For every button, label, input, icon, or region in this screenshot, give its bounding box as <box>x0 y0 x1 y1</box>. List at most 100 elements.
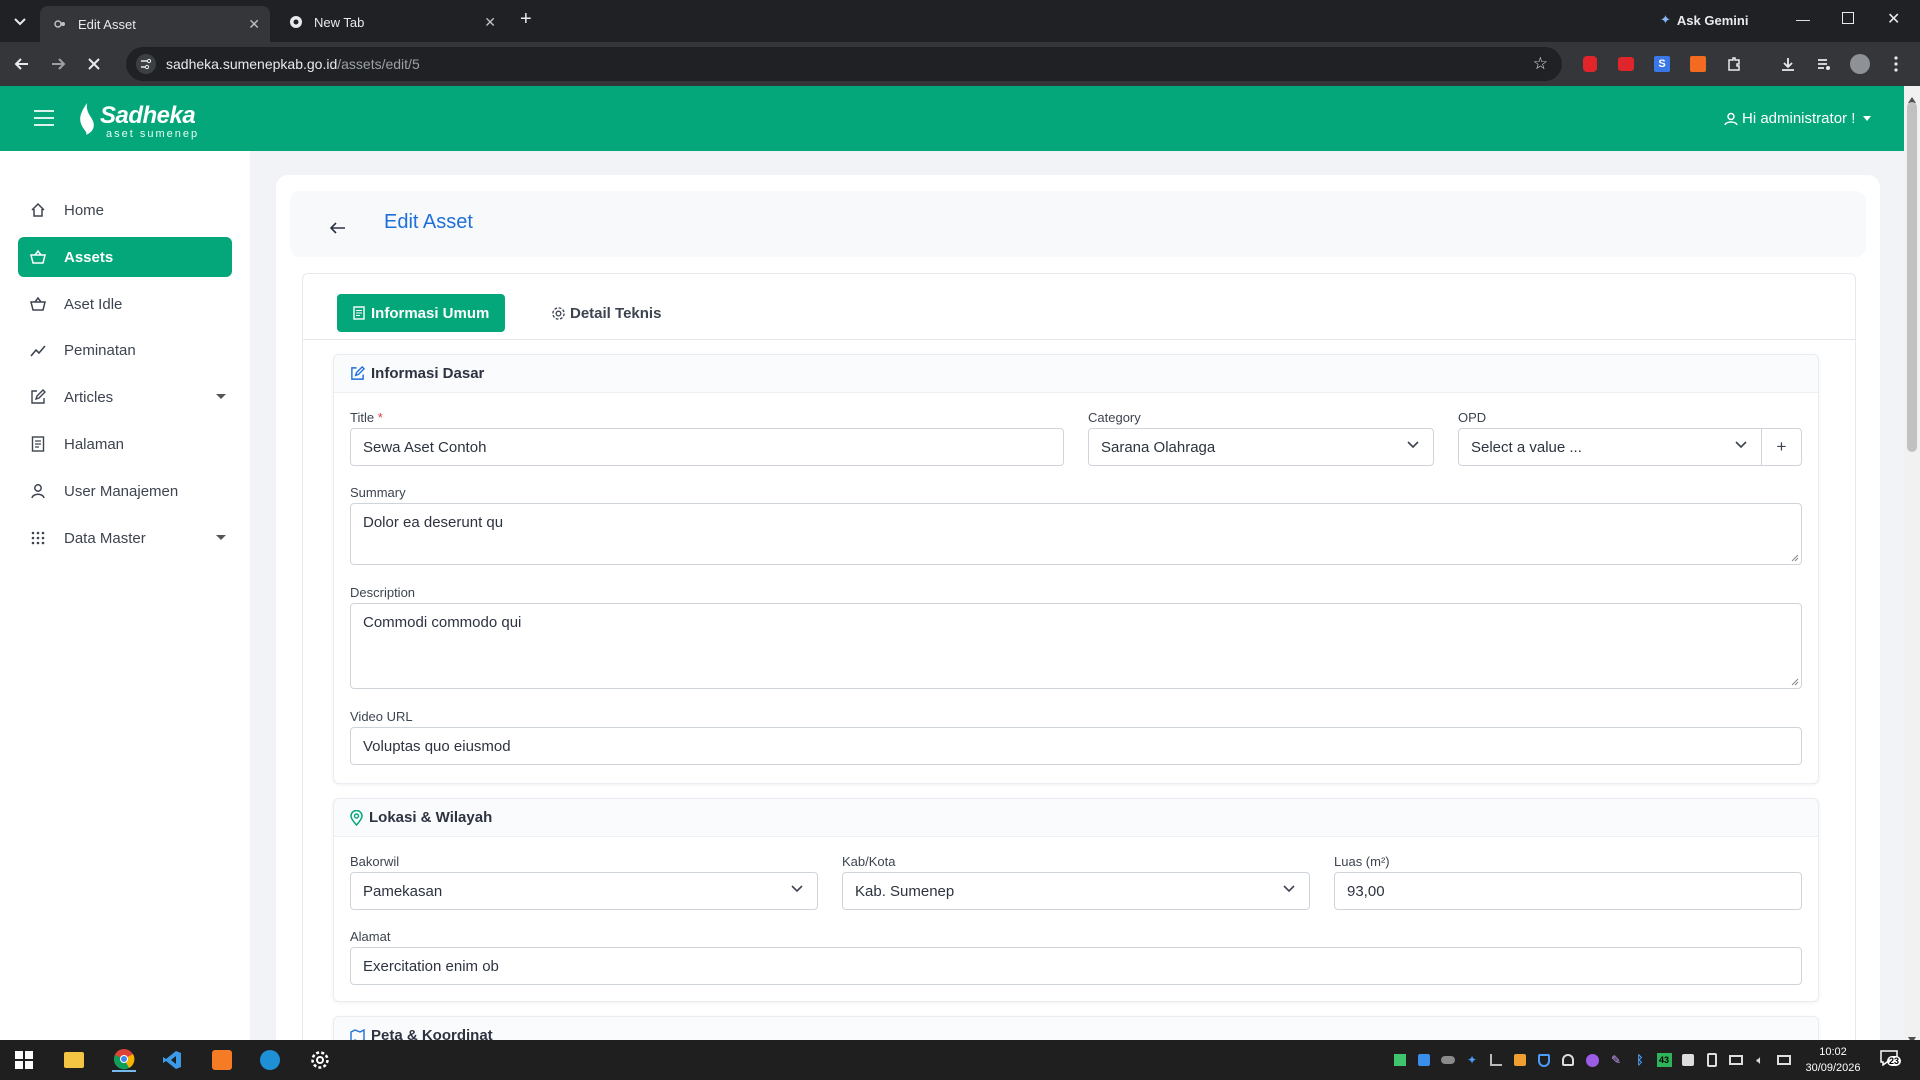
grid-icon <box>28 528 48 548</box>
browser-tab-new-tab[interactable]: New Tab ✕ <box>276 6 506 38</box>
close-tab-icon[interactable]: ✕ <box>484 14 496 31</box>
resize-handle-icon[interactable] <box>1791 678 1799 686</box>
media-control-icon[interactable] <box>1812 52 1836 76</box>
scroll-up-icon[interactable] <box>1908 90 1916 103</box>
taskbar: ✦ ✎ ᛒ 43 🔈︎ 10:02 30/09/2026 23 <box>0 1040 1920 1080</box>
settings-gear-icon[interactable] <box>308 1048 332 1072</box>
close-window-icon[interactable]: ✕ <box>1887 9 1900 29</box>
volume-icon[interactable]: 🔈︎ <box>1752 1052 1768 1068</box>
sublime-text-icon[interactable] <box>210 1048 234 1072</box>
document-icon <box>28 434 48 454</box>
alamat-input[interactable]: Exercitation enim ob <box>350 947 1802 985</box>
tray-cloud-icon[interactable] <box>1440 1052 1456 1068</box>
summary-textarea[interactable]: Dolor ea deserunt qu <box>350 503 1802 565</box>
bakorwil-select[interactable]: Pamekasan <box>350 872 818 910</box>
chevron-down-icon <box>1735 441 1747 449</box>
tray-shield-icon[interactable] <box>1536 1052 1552 1068</box>
back-icon[interactable] <box>10 52 34 76</box>
extension-video-icon[interactable] <box>1614 52 1638 76</box>
tray-app-icon[interactable] <box>1416 1052 1432 1068</box>
tray-pen-icon[interactable]: ✎ <box>1608 1052 1624 1068</box>
opd-label: OPD <box>1458 410 1487 425</box>
page-scrollbar[interactable] <box>1904 86 1920 1040</box>
user-menu[interactable]: Hi administrator ! <box>1724 110 1872 127</box>
app-viewport: Sadheka aset sumenep Hi administrator ! … <box>0 86 1920 1040</box>
forward-icon[interactable] <box>46 52 70 76</box>
site-info-icon[interactable] <box>136 54 156 74</box>
close-tab-icon[interactable]: ✕ <box>248 16 260 33</box>
category-select[interactable]: Sarana Olahraga <box>1088 428 1434 466</box>
tray-app-icon[interactable] <box>1512 1052 1528 1068</box>
sidebar-item-label: Data Master <box>64 529 146 547</box>
tray-security-icon[interactable] <box>1680 1052 1696 1068</box>
caret-down-icon <box>216 394 226 399</box>
opd-select[interactable]: Select a value ... <box>1458 428 1762 466</box>
section-title: Lokasi & Wilayah <box>369 809 493 826</box>
hamburger-menu-icon[interactable] <box>34 110 56 131</box>
page-title: Edit Asset <box>384 211 473 233</box>
brand-logo[interactable]: Sadheka aset sumenep <box>76 100 206 140</box>
user-icon <box>1724 112 1738 125</box>
sidebar-item-aset-idle[interactable]: Aset Idle <box>18 284 232 324</box>
tray-star-icon[interactable]: ✦ <box>1464 1052 1480 1068</box>
category-value: Sarana Olahraga <box>1101 438 1216 456</box>
add-opd-button[interactable]: + <box>1761 428 1802 466</box>
back-arrow-icon[interactable] <box>329 221 346 239</box>
tray-badge-icon[interactable]: 43 <box>1656 1052 1672 1068</box>
address-bar[interactable]: sadheka.sumenepkab.go.id/assets/edit/5 ☆ <box>126 47 1562 81</box>
title-input[interactable]: Sewa Aset Contoh <box>350 428 1064 466</box>
vscode-icon[interactable] <box>160 1048 184 1072</box>
windows-start-icon[interactable] <box>12 1048 36 1072</box>
chrome-menu-icon[interactable] <box>1884 52 1908 76</box>
tray-usb-icon[interactable] <box>1704 1052 1720 1068</box>
browser-tab-edit-asset[interactable]: Edit Asset ✕ <box>40 6 270 42</box>
clock-date: 30/09/2026 <box>1805 1062 1861 1074</box>
tab-detail-teknis[interactable]: Detail Teknis <box>535 294 677 332</box>
form-card: Informasi Umum Detail Teknis Informasi D… <box>302 273 1856 1040</box>
tab-search-icon[interactable] <box>10 12 30 32</box>
tray-headset-icon[interactable] <box>1560 1052 1576 1068</box>
chrome-taskbar-icon[interactable] <box>112 1048 136 1072</box>
restore-icon[interactable] <box>1842 12 1854 24</box>
sidebar-item-user-manajemen[interactable]: User Manajemen <box>18 471 232 511</box>
tray-chart-icon[interactable] <box>1488 1052 1504 1068</box>
profile-avatar-icon[interactable] <box>1848 52 1872 76</box>
extension-shield-icon[interactable] <box>1578 52 1602 76</box>
tab-informasi-umum[interactable]: Informasi Umum <box>337 294 506 332</box>
bookmark-star-icon[interactable]: ☆ <box>1533 54 1548 74</box>
description-textarea[interactable]: Commodi commodo qui <box>350 603 1802 689</box>
display-icon[interactable] <box>1776 1052 1792 1068</box>
ask-gemini-button[interactable]: ✦ Ask Gemini <box>1660 10 1748 30</box>
browser-toolbar: sadheka.sumenepkab.go.id/assets/edit/5 ☆… <box>0 42 1920 86</box>
download-icon[interactable] <box>1776 52 1800 76</box>
luas-input[interactable]: 93,00 <box>1334 872 1802 910</box>
sidebar-item-assets[interactable]: Assets <box>18 237 232 277</box>
section-lokasi-wilayah: Lokasi & Wilayah Bakorwil Pamekasan Kab/… <box>333 798 1819 1002</box>
resize-handle-icon[interactable] <box>1791 554 1799 562</box>
kabkota-select[interactable]: Kab. Sumenep <box>842 872 1310 910</box>
extensions-puzzle-icon[interactable] <box>1722 52 1746 76</box>
sidebar-item-home[interactable]: Home <box>18 190 232 230</box>
kabkota-label: Kab/Kota <box>842 854 896 869</box>
video-url-input[interactable]: Voluptas quo eiusmod <box>350 727 1802 765</box>
extension-orange-icon[interactable] <box>1686 52 1710 76</box>
sidebar-item-label: Halaman <box>64 435 125 453</box>
network-icon[interactable] <box>1728 1052 1744 1068</box>
notification-center-icon[interactable]: 23 <box>1880 1050 1904 1070</box>
minimize-icon[interactable]: — <box>1796 11 1810 27</box>
tray-app-icon[interactable] <box>1584 1052 1600 1068</box>
sidebar-item-peminatan[interactable]: Peminatan <box>18 330 232 370</box>
new-tab-button[interactable]: + <box>520 8 532 31</box>
tray-app-icon[interactable] <box>1392 1052 1408 1068</box>
sidebar-item-data-master[interactable]: Data Master <box>18 518 232 558</box>
clock[interactable]: 10:02 30/09/2026 <box>1798 1044 1868 1076</box>
extension-s-icon[interactable]: S <box>1650 52 1674 76</box>
sidebar-item-articles[interactable]: Articles <box>18 377 232 417</box>
sidebar-item-halaman[interactable]: Halaman <box>18 424 232 464</box>
tray-bluetooth-icon[interactable]: ᛒ <box>1632 1052 1648 1068</box>
file-explorer-icon[interactable] <box>62 1048 86 1072</box>
stop-loading-icon[interactable] <box>82 52 106 76</box>
scrollbar-thumb[interactable] <box>1907 102 1917 452</box>
scroll-down-icon[interactable] <box>1908 1030 1916 1040</box>
edge-icon[interactable] <box>258 1048 282 1072</box>
